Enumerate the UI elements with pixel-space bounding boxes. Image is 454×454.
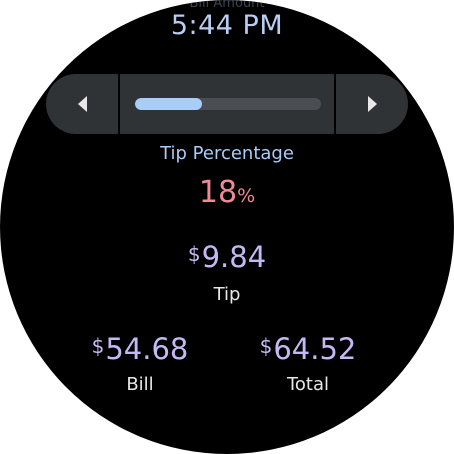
total-amount: $64.52 xyxy=(228,332,388,366)
tip-currency: $ xyxy=(187,242,201,266)
tip-amount: $9.84 xyxy=(0,240,454,274)
stepper-divider-left xyxy=(118,74,120,134)
total-label: Total xyxy=(286,374,330,395)
percent-unit: % xyxy=(237,185,256,207)
increase-button[interactable] xyxy=(336,74,408,134)
bill-amount: $54.68 xyxy=(60,332,220,366)
total-currency: $ xyxy=(259,334,273,358)
tip-amount-value: 9.84 xyxy=(201,240,267,274)
clock-time: 5:44 PM xyxy=(170,10,284,41)
tip-percentage-label: Tip Percentage xyxy=(160,143,294,164)
tip-label: Tip xyxy=(213,284,241,305)
watch-screen: Bill Amount 5:44 PM Tip Percentage 18% $… xyxy=(0,0,454,454)
level-bar-track xyxy=(135,98,321,110)
tip-percentage-number: 18 xyxy=(198,175,238,210)
bill-label: Bill xyxy=(126,374,154,395)
decrease-button[interactable] xyxy=(46,74,118,134)
triangle-right-icon xyxy=(367,96,377,112)
total-amount-value: 64.52 xyxy=(273,332,357,366)
bill-amount-value: 54.68 xyxy=(105,332,189,366)
bill-currency: $ xyxy=(91,334,105,358)
level-bar-fill xyxy=(135,98,202,110)
tip-percentage-value: 18% xyxy=(0,175,454,210)
tip-percentage-stepper[interactable] xyxy=(46,74,408,134)
triangle-left-icon xyxy=(77,96,87,112)
